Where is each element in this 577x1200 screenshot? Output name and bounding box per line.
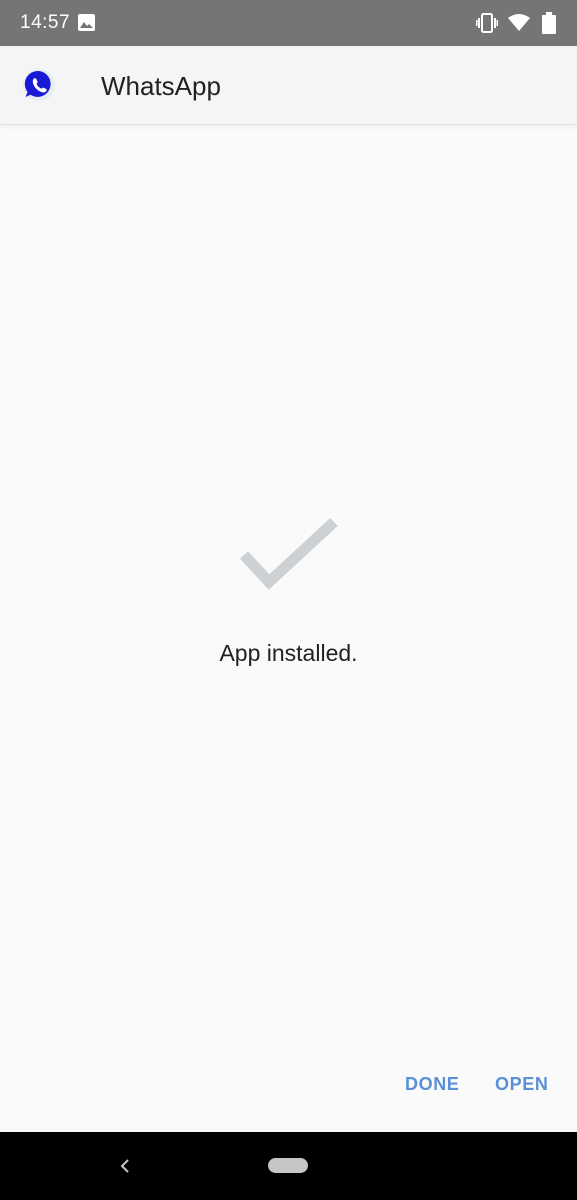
navigation-bar [0,1132,577,1200]
status-bar: 14:57 [0,0,577,46]
image-icon [78,14,95,31]
home-pill-icon[interactable] [268,1158,308,1173]
install-status-message: App installed. [219,640,358,666]
app-title: WhatsApp [101,71,221,101]
done-button[interactable]: DONE [405,1070,459,1099]
checkmark-icon [239,518,338,590]
open-button[interactable]: OPEN [495,1070,548,1099]
installer-screen: 14:57 WhatsApp App installed. DONE OPEN [0,0,577,1200]
back-icon[interactable] [116,1157,134,1175]
vibrate-icon [476,13,498,33]
whatsapp-logo-icon [23,69,55,101]
status-time: 14:57 [20,12,71,33]
battery-icon [542,12,556,34]
app-bar: WhatsApp [0,46,577,125]
wifi-icon [508,14,530,31]
